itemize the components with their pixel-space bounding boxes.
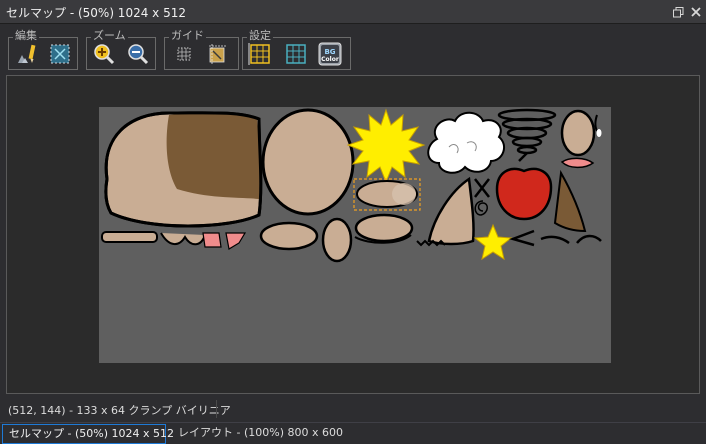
window-title: セルマップ - (50%) 1024 x 512 bbox=[6, 6, 186, 20]
tab-bar: セルマップ - (50%) 1024 x 512 レイアウト - (100%) … bbox=[0, 422, 706, 444]
nose-oval-part bbox=[354, 213, 414, 243]
bg-color-icon[interactable]: BG Color bbox=[317, 41, 343, 67]
tab-cellmap[interactable]: セルマップ - (50%) 1024 x 512 bbox=[2, 424, 174, 444]
eye-oval-part bbox=[321, 217, 353, 263]
brown-horn-part bbox=[553, 169, 587, 233]
scribble-effect bbox=[497, 108, 557, 162]
status-separator bbox=[216, 400, 217, 418]
status-text: (512, 144) - 133 x 64 クランプ バイリニア bbox=[8, 404, 231, 417]
cheek-oval-part bbox=[259, 221, 319, 251]
star-effect bbox=[473, 223, 513, 261]
head-part bbox=[104, 111, 263, 228]
tab-layout[interactable]: レイアウト - (100%) 800 x 600 bbox=[172, 424, 349, 444]
mouth-part bbox=[560, 157, 595, 169]
burst-effect bbox=[346, 108, 426, 184]
bg-color-label-2: Color bbox=[321, 56, 339, 63]
cloud-effect bbox=[427, 111, 506, 174]
horn-part bbox=[427, 176, 475, 246]
edit-group: 編集 bbox=[8, 29, 78, 70]
guide-snap-icon[interactable] bbox=[205, 41, 231, 67]
guide-group: ガイド bbox=[164, 29, 239, 70]
settings-group: 設定 BG Color bbox=[242, 29, 351, 70]
selected-cell bbox=[353, 178, 421, 211]
x-mark bbox=[474, 178, 490, 198]
status-bar: (512, 144) - 133 x 64 クランプ バイリニア bbox=[0, 398, 706, 420]
spiral-mark bbox=[474, 200, 488, 216]
tongue-part bbox=[202, 232, 222, 248]
brow-line bbox=[540, 235, 570, 245]
stamp-edit-icon[interactable] bbox=[14, 41, 40, 67]
zoom-group: ズーム bbox=[86, 29, 156, 70]
grid-settings-icon[interactable] bbox=[247, 41, 273, 67]
close-icon[interactable] bbox=[688, 4, 704, 20]
arrow-mark bbox=[509, 229, 535, 247]
apple-part bbox=[495, 167, 553, 221]
restore-window-icon[interactable] bbox=[670, 4, 686, 20]
grid-icon[interactable] bbox=[283, 41, 309, 67]
title-bar: セルマップ - (50%) 1024 x 512 bbox=[0, 0, 706, 24]
guide-grid-icon[interactable] bbox=[171, 41, 197, 67]
zoom-in-icon[interactable] bbox=[91, 41, 117, 67]
zoom-out-icon[interactable] bbox=[125, 41, 151, 67]
cheek-part bbox=[160, 232, 206, 246]
egg-face-part bbox=[261, 108, 355, 216]
select-region-icon[interactable] bbox=[47, 41, 73, 67]
cellmap-texture[interactable] bbox=[99, 107, 611, 363]
ear-part bbox=[560, 109, 596, 157]
brow-part bbox=[101, 231, 158, 243]
cellmap-canvas-area[interactable] bbox=[6, 75, 700, 394]
bg-color-label-1: BG bbox=[324, 48, 335, 56]
toolbar: 編集 ズーム ガイド 設定 BG Color bbox=[0, 24, 706, 76]
